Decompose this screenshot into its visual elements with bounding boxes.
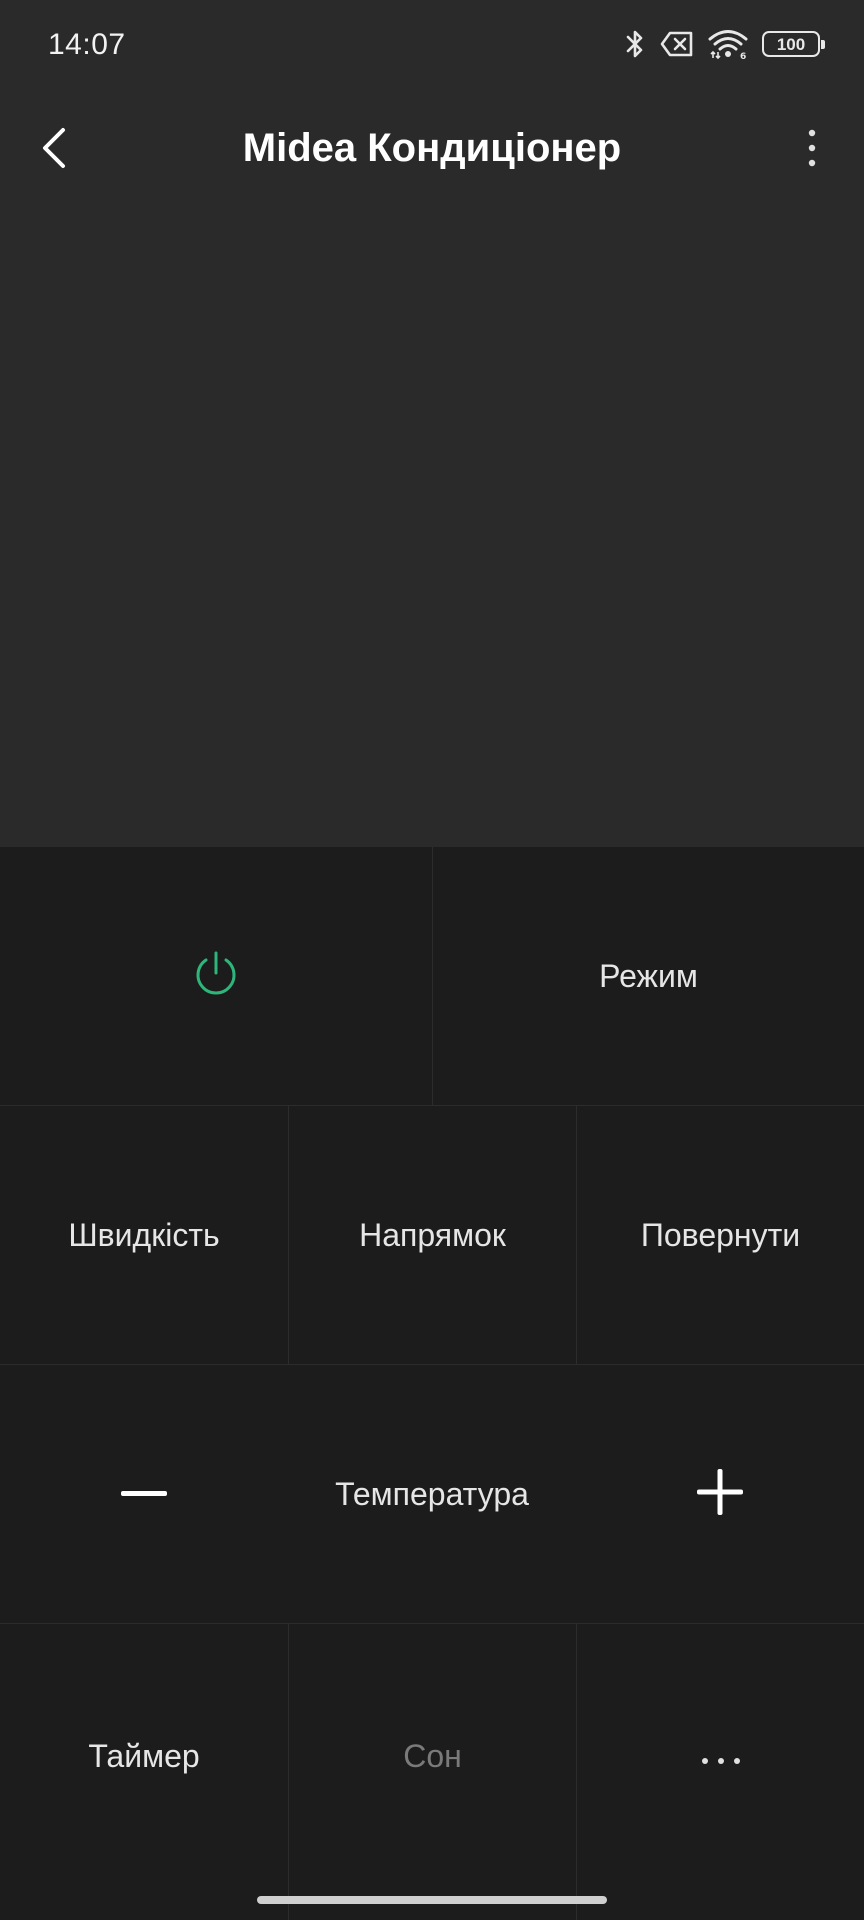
status-bar: 14:07 6 100	[0, 0, 864, 90]
status-icons: 6 100	[624, 26, 825, 62]
wifi-icon: 6	[708, 28, 748, 60]
more-options-button[interactable]	[784, 120, 840, 180]
temperature-down-button[interactable]	[0, 1365, 288, 1623]
more-horizontal-icon	[701, 1752, 741, 1770]
direction-label: Напрямок	[359, 1216, 506, 1253]
minus-icon	[121, 1485, 167, 1503]
power-button[interactable]	[0, 847, 432, 1105]
page-title: Midea Кондиціонер	[242, 126, 622, 170]
svg-text:6: 6	[740, 52, 746, 60]
battery-level: 100	[776, 34, 806, 54]
battery-icon: 100	[762, 31, 825, 57]
remote-row-extra: Таймер Сон	[0, 1624, 864, 1920]
app-screen: 14:07 6 100 Midea Кондиціонер Режим Швид…	[0, 0, 864, 1920]
direction-button[interactable]: Напрямок	[288, 1106, 576, 1364]
temperature-control: Температура	[288, 1365, 576, 1623]
bluetooth-icon	[624, 28, 646, 60]
power-icon	[191, 949, 241, 1004]
temperature-up-button[interactable]	[576, 1365, 864, 1623]
remote-row-temperature: Температура	[0, 1365, 864, 1623]
remote-control-panel: Режим Швидкість Напрямок Повернути Темпе…	[0, 847, 864, 1920]
more-functions-button[interactable]	[576, 1624, 864, 1920]
no-sim-icon	[660, 31, 694, 57]
sleep-button[interactable]: Сон	[288, 1624, 576, 1920]
timer-label: Таймер	[88, 1738, 200, 1774]
swing-label: Повернути	[640, 1216, 801, 1253]
remote-row-power-mode: Режим	[0, 847, 864, 1105]
swing-button[interactable]: Повернути	[576, 1106, 864, 1364]
sleep-label: Сон	[403, 1738, 462, 1774]
home-indicator[interactable]	[257, 1896, 607, 1904]
status-time: 14:07	[48, 28, 126, 61]
temperature-label: Температура	[335, 1475, 529, 1512]
mode-label: Режим	[599, 957, 698, 994]
remote-row-fan: Швидкість Напрямок Повернути	[0, 1106, 864, 1364]
more-vertical-icon	[807, 128, 817, 173]
plus-icon	[697, 1468, 743, 1520]
speed-button[interactable]: Швидкість	[0, 1106, 288, 1364]
mode-button[interactable]: Режим	[432, 847, 864, 1105]
app-header: Midea Кондиціонер	[0, 100, 864, 200]
speed-label: Швидкість	[68, 1216, 220, 1253]
timer-button[interactable]: Таймер	[0, 1624, 288, 1920]
